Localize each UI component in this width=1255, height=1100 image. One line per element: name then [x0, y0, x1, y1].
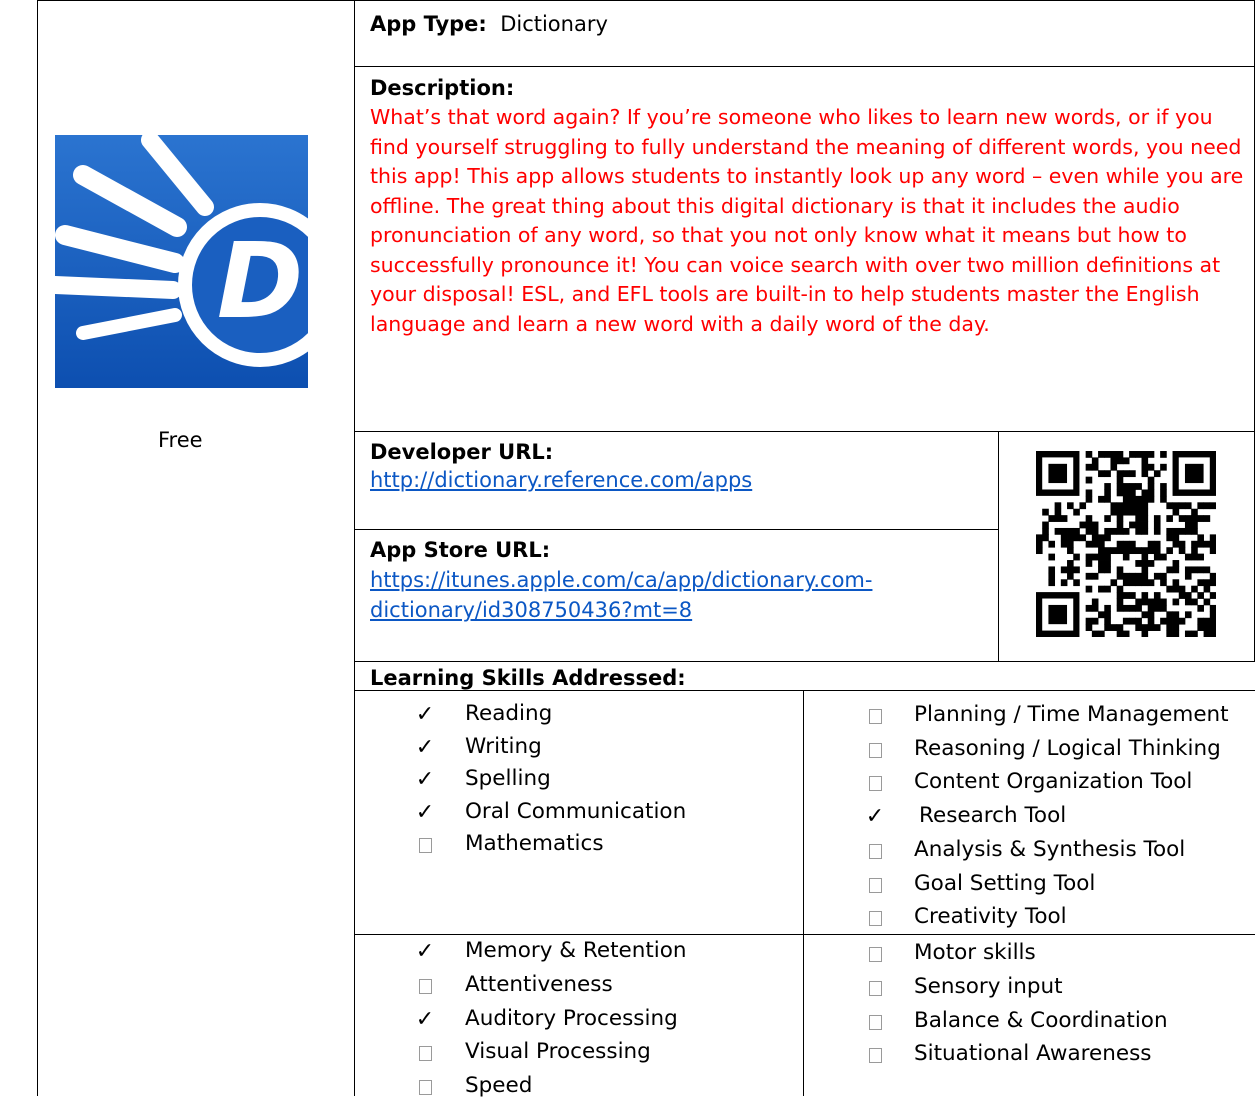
skill-item-label: Content Organization Tool — [914, 769, 1193, 795]
check-icon: ✓ — [415, 734, 435, 760]
row-divider-apptype — [354, 66, 1255, 67]
skill-item-label: Research Tool — [919, 803, 1067, 829]
app-store-url-label: App Store URL: — [370, 538, 551, 562]
empty-checkbox-icon — [414, 1038, 436, 1066]
row-divider-urls — [354, 529, 998, 530]
description-text: What’s that word again? If you’re someon… — [370, 105, 1244, 336]
empty-checkbox-icon — [864, 939, 886, 967]
check-icon: ✓ — [415, 767, 435, 792]
app-icon-letter: D — [217, 220, 303, 342]
skill-item-label: Spelling — [465, 766, 551, 791]
skill-item-label: Attentiveness — [465, 971, 613, 997]
qr-code-icon — [1036, 451, 1217, 638]
skill-item-label: Balance & Coordination — [914, 1007, 1168, 1033]
skill-item-label: Planning / Time Management — [914, 702, 1229, 727]
row-divider-skills — [354, 661, 1255, 662]
skill-item-label: Oral Communication — [465, 798, 687, 824]
skill-item-label: Auditory Processing — [465, 1005, 678, 1031]
table-divider-main — [354, 0, 355, 1096]
skill-item-label: Mathematics — [465, 831, 604, 856]
dictionary-app-icon: D — [46, 131, 342, 388]
check-icon: ✓ — [865, 804, 885, 830]
skill-item-label: Reasoning / Logical Thinking — [914, 735, 1221, 761]
empty-checkbox-icon — [864, 836, 886, 864]
check-icon: ✓ — [415, 799, 435, 825]
check-icon: ✓ — [415, 702, 435, 727]
empty-checkbox-icon — [414, 971, 436, 999]
skill-item-label: Goal Setting Tool — [914, 870, 1096, 896]
empty-checkbox-icon — [864, 735, 886, 763]
developer-url-label: Developer URL: — [370, 440, 554, 464]
empty-checkbox-icon — [864, 1040, 886, 1068]
row-divider-description — [354, 431, 1255, 432]
price-label: Free — [158, 428, 203, 452]
empty-checkbox-icon — [864, 903, 886, 931]
app-type-label: App Type: — [370, 12, 487, 36]
empty-checkbox-icon — [864, 870, 886, 898]
app-store-url-link-line2[interactable]: dictionary/id308750436?mt=8 — [370, 596, 692, 625]
skills-column-divider — [803, 690, 804, 1096]
skill-item-label: Visual Processing — [465, 1039, 651, 1065]
skill-item-label: Creativity Tool — [914, 904, 1067, 930]
skill-item-label: Motor skills — [914, 940, 1036, 965]
empty-checkbox-icon — [864, 701, 886, 729]
skill-item-label: Writing — [465, 733, 542, 759]
app-store-url-link-line1[interactable]: https://itunes.apple.com/ca/app/dictiona… — [370, 566, 872, 595]
skill-item-label: Reading — [465, 701, 553, 726]
app-type-value: Dictionary — [500, 12, 608, 36]
table-border-top — [37, 0, 1255, 1]
empty-checkbox-icon — [864, 768, 886, 796]
skills-mid-rule — [354, 934, 1255, 935]
skill-item-label: Situational Awareness — [914, 1041, 1152, 1067]
check-icon: ✓ — [415, 939, 435, 964]
empty-checkbox-icon — [414, 830, 436, 858]
qr-cell-divider — [998, 431, 999, 661]
skill-item-label: Sensory input — [914, 973, 1063, 999]
check-icon: ✓ — [415, 1006, 435, 1032]
table-border-left — [37, 0, 38, 1096]
skill-item-label: Analysis & Synthesis Tool — [914, 836, 1186, 862]
app-type-row: App Type: Dictionary — [370, 10, 608, 39]
empty-checkbox-icon — [864, 1007, 886, 1035]
skills-label: Learning Skills Addressed: — [370, 666, 686, 690]
description-label: Description: — [370, 76, 515, 100]
developer-url-link[interactable]: http://dictionary.reference.com/apps — [370, 466, 752, 495]
skill-item-label: Memory & Retention — [465, 938, 687, 963]
empty-checkbox-icon — [864, 973, 886, 1001]
